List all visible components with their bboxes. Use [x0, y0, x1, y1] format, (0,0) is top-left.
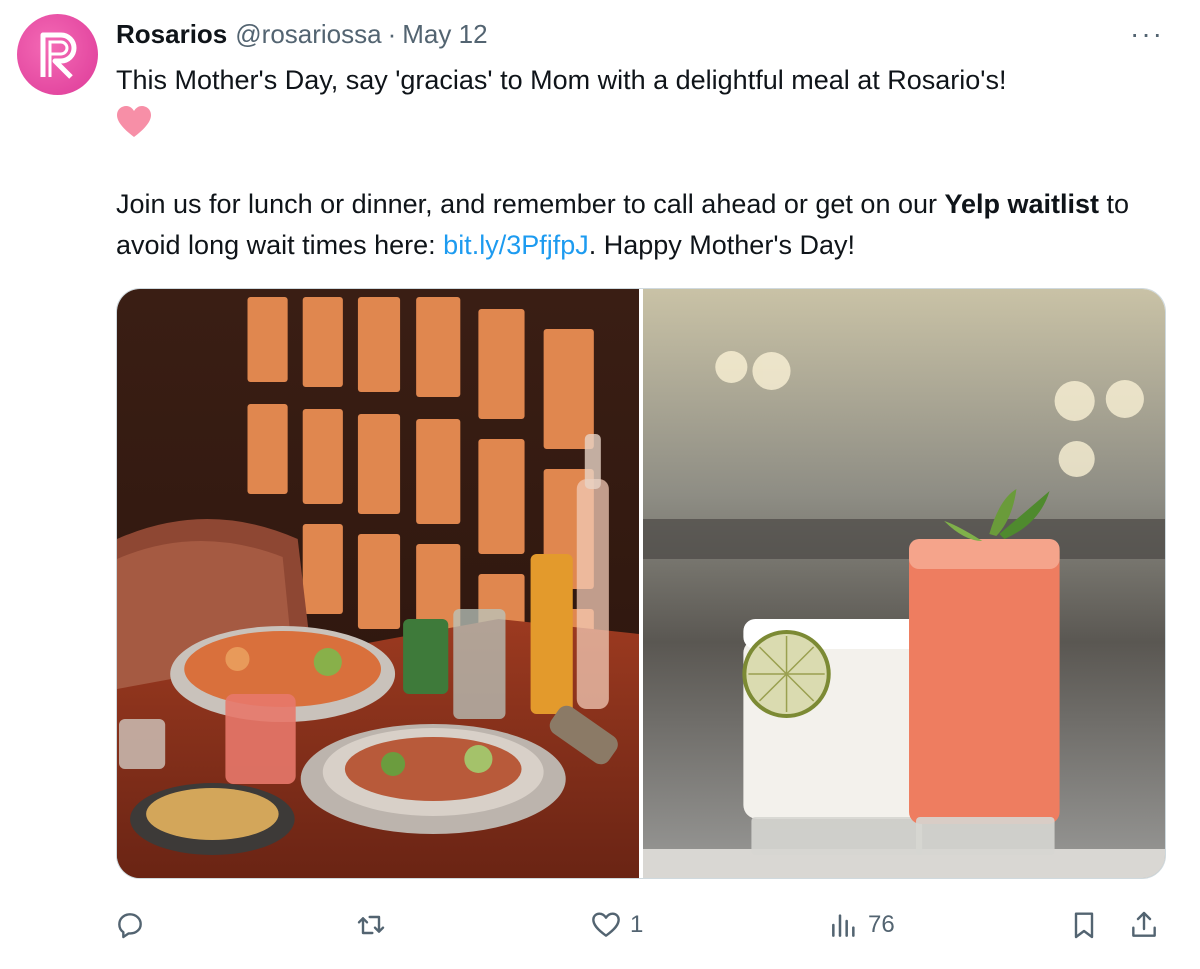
author-name[interactable]: Rosarios — [116, 19, 227, 50]
author-handle[interactable]: @rosariossa — [235, 19, 381, 50]
reply-icon — [118, 913, 142, 939]
like-count: 1 — [630, 911, 644, 938]
bitly-link[interactable]: bit.ly/3PfjfpJ — [443, 230, 589, 260]
views-icon — [832, 914, 855, 937]
rosarios-logo-icon — [40, 32, 76, 79]
reply-button[interactable] — [114, 905, 146, 945]
pink-heart-emoji — [117, 105, 151, 137]
p2-text-c: . Happy Mother's Day! — [588, 230, 855, 260]
views-button[interactable]: 76 — [828, 905, 895, 945]
tweet-header: Rosarios @rosariossa · May 12 — [116, 16, 488, 52]
tweet-text: This Mother's Day, say 'gracias' to Mom … — [116, 60, 1166, 266]
avatar[interactable] — [17, 14, 98, 95]
retweet-button[interactable] — [355, 905, 387, 945]
bookmark-icon — [1074, 912, 1094, 939]
photo-drinks[interactable] — [643, 289, 1165, 878]
tweet-line-1: This Mother's Day, say 'gracias' to Mom … — [116, 65, 1007, 95]
retweet-icon — [357, 915, 385, 935]
media-grid — [116, 288, 1166, 879]
bookmark-button[interactable] — [1068, 905, 1100, 945]
yelp-waitlist-text: Yelp waitlist — [944, 189, 1100, 219]
tweet-paragraph-2: Join us for lunch or dinner, and remembe… — [116, 184, 1166, 266]
tweet-date[interactable]: May 12 — [402, 19, 487, 50]
action-bar: 1 76 — [0, 895, 1200, 955]
separator-dot: · — [387, 18, 397, 49]
share-icon — [1132, 911, 1156, 937]
photo-restaurant-table[interactable] — [117, 289, 639, 878]
like-button[interactable]: 1 — [590, 905, 643, 945]
like-icon — [592, 912, 620, 937]
share-button[interactable] — [1128, 905, 1160, 945]
p2-text-a: Join us for lunch or dinner, and remembe… — [116, 189, 945, 219]
more-options-button[interactable]: ··· — [1130, 20, 1164, 48]
heart-emoji-line — [116, 101, 1166, 142]
views-count: 76 — [868, 911, 895, 938]
